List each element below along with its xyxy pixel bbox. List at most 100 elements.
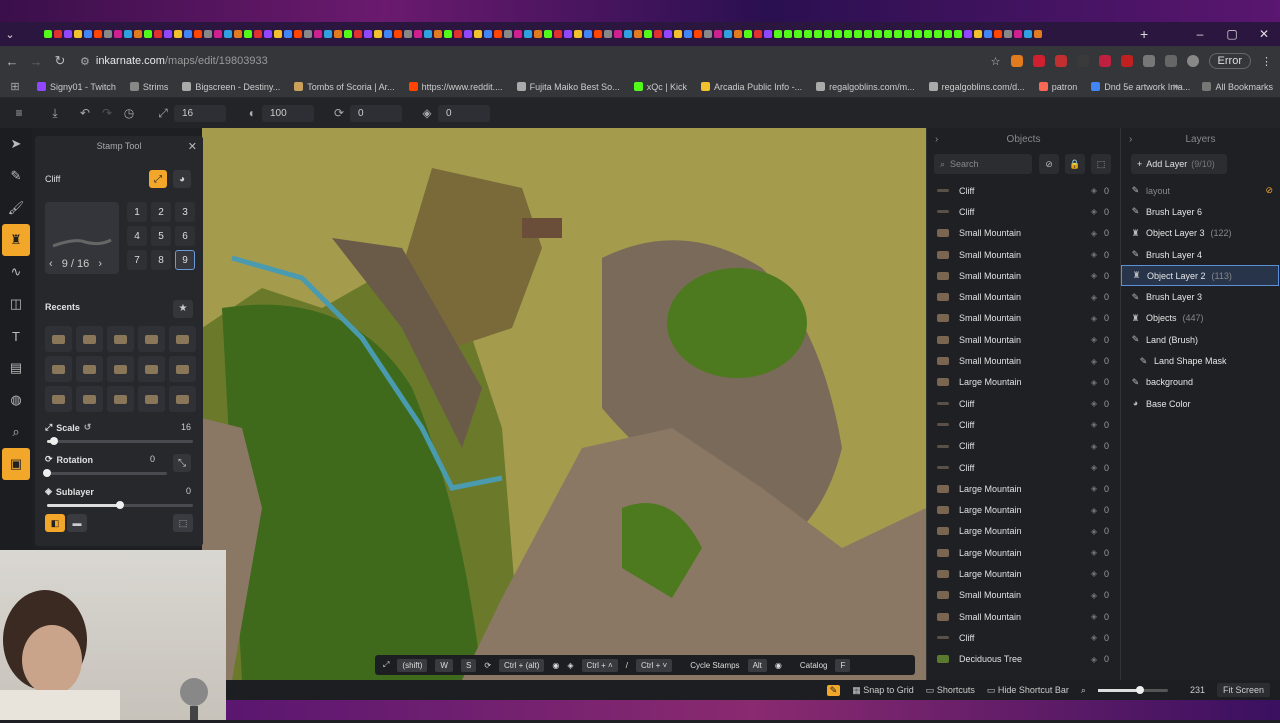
- map-canvas[interactable]: [202, 128, 926, 680]
- tab-favicon-icon[interactable]: [464, 30, 472, 38]
- tab-favicon-icon[interactable]: [754, 30, 762, 38]
- object-row[interactable]: Large Mountain ◈ 0: [927, 499, 1121, 520]
- error-badge[interactable]: Error: [1208, 53, 1251, 69]
- url-field[interactable]: ⚙ inkarnate.com/maps/edit/19803933: [80, 55, 268, 68]
- tab-favicon-icon[interactable]: [494, 30, 502, 38]
- tab-favicon-icon[interactable]: [144, 30, 152, 38]
- tab-favicon-icon[interactable]: [374, 30, 382, 38]
- tab-favicon-icon[interactable]: [804, 30, 812, 38]
- tab-favicon-icon[interactable]: [774, 30, 782, 38]
- export-icon[interactable]: ⤓: [44, 106, 66, 121]
- recent-stamp-thumbnail[interactable]: [138, 326, 165, 352]
- tab-favicon-icon[interactable]: [784, 30, 792, 38]
- bookmark-item[interactable]: patron: [1032, 82, 1085, 92]
- recent-stamp-thumbnail[interactable]: [107, 386, 134, 412]
- maximize-icon[interactable]: ▢: [1216, 27, 1248, 41]
- tab-favicon-icon[interactable]: [244, 30, 252, 38]
- tab-favicon-icon[interactable]: [794, 30, 802, 38]
- minimize-icon[interactable]: –: [1184, 27, 1216, 41]
- mode-b-icon[interactable]: ▬: [67, 514, 87, 532]
- bookmark-item[interactable]: Dnd 5e artwork Ima...: [1084, 82, 1197, 92]
- layer-field[interactable]: 0: [438, 104, 490, 122]
- recent-stamp-thumbnail[interactable]: [107, 326, 134, 352]
- puzzle-icon[interactable]: [1142, 55, 1155, 67]
- hidden-icon[interactable]: ⊘: [1265, 185, 1273, 196]
- tab-favicon-icon[interactable]: [454, 30, 462, 38]
- tab-favicons[interactable]: [44, 28, 1134, 40]
- brush-tool-icon[interactable]: ✎: [0, 160, 32, 192]
- objects-search-input[interactable]: ⌕ Search: [934, 154, 1032, 174]
- recent-stamp-thumbnail[interactable]: [76, 386, 103, 412]
- path-tool-icon[interactable]: ∿: [0, 256, 32, 288]
- close-panel-icon[interactable]: ✕: [188, 140, 197, 153]
- tab-favicon-icon[interactable]: [704, 30, 712, 38]
- tab-favicon-icon[interactable]: [644, 30, 652, 38]
- recent-stamp-thumbnail[interactable]: [169, 326, 196, 352]
- tab-favicon-icon[interactable]: [354, 30, 362, 38]
- tab-favicon-icon[interactable]: [714, 30, 722, 38]
- tab-favicon-icon[interactable]: [914, 30, 922, 38]
- profile-icon[interactable]: [1186, 55, 1199, 67]
- object-row[interactable]: Small Mountain ◈ 0: [927, 223, 1121, 244]
- recent-stamp-thumbnail[interactable]: [169, 356, 196, 382]
- close-window-icon[interactable]: ✕: [1248, 27, 1280, 41]
- tab-favicon-icon[interactable]: [514, 30, 522, 38]
- extension-icon[interactable]: [1120, 55, 1133, 67]
- hide-icon[interactable]: ⊘: [1039, 154, 1059, 174]
- sublayer-slider[interactable]: [47, 501, 193, 509]
- notes-tool-icon[interactable]: ▤: [0, 352, 32, 384]
- tab-favicon-icon[interactable]: [74, 30, 82, 38]
- globe-tool-icon[interactable]: ◍: [0, 384, 32, 416]
- recent-stamp-thumbnail[interactable]: [76, 326, 103, 352]
- tab-favicon-icon[interactable]: [874, 30, 882, 38]
- object-row[interactable]: Cliff ◈ 0: [927, 436, 1121, 457]
- hide-shortcut-bar-button[interactable]: ▭ Hide Shortcut Bar: [987, 685, 1069, 696]
- prev-stamp-icon[interactable]: ‹: [49, 258, 53, 270]
- layer-row[interactable]: ✎ Brush Layer 3: [1121, 286, 1280, 307]
- tab-favicon-icon[interactable]: [684, 30, 692, 38]
- tab-favicon-icon[interactable]: [884, 30, 892, 38]
- tab-favicon-icon[interactable]: [964, 30, 972, 38]
- tab-favicon-icon[interactable]: [834, 30, 842, 38]
- layer-row[interactable]: ◕ Base Color: [1121, 393, 1280, 414]
- object-row[interactable]: Large Mountain ◈ 0: [927, 478, 1121, 499]
- object-row[interactable]: Deciduous Tree ◈ 0: [927, 649, 1121, 670]
- recent-stamp-thumbnail[interactable]: [138, 386, 165, 412]
- tab-favicon-icon[interactable]: [904, 30, 912, 38]
- media-icon[interactable]: [1164, 55, 1177, 67]
- history-icon[interactable]: ◷: [118, 106, 140, 120]
- stamp-tool-icon[interactable]: ♜: [2, 224, 30, 256]
- tab-favicon-icon[interactable]: [764, 30, 772, 38]
- tab-favicon-icon[interactable]: [384, 30, 392, 38]
- select-tool-icon[interactable]: ➤: [0, 128, 32, 160]
- tab-favicon-icon[interactable]: [334, 30, 342, 38]
- menu-icon[interactable]: ⋮: [1261, 55, 1272, 68]
- tab-favicon-icon[interactable]: [934, 30, 942, 38]
- menu-icon[interactable]: ≡: [8, 106, 30, 120]
- tab-favicon-icon[interactable]: [404, 30, 412, 38]
- tab-favicon-icon[interactable]: [444, 30, 452, 38]
- tab-favicon-icon[interactable]: [844, 30, 852, 38]
- more-bookmarks-icon[interactable]: »: [1173, 81, 1179, 93]
- object-row[interactable]: Cliff ◈ 0: [927, 201, 1121, 222]
- object-row[interactable]: Small Mountain ◈ 0: [927, 265, 1121, 286]
- back-icon[interactable]: ←: [0, 54, 24, 69]
- bookmark-item[interactable]: regalgoblins.com/d...: [922, 82, 1032, 92]
- layer-row[interactable]: ♜ Object Layer 3 (122): [1121, 223, 1280, 244]
- variant-2-button[interactable]: 2: [151, 202, 171, 222]
- tab-favicon-icon[interactable]: [414, 30, 422, 38]
- stamp-mode-icon[interactable]: ⤢: [149, 170, 167, 188]
- tab-favicon-icon[interactable]: [194, 30, 202, 38]
- next-stamp-icon[interactable]: ›: [98, 258, 102, 270]
- tab-favicon-icon[interactable]: [294, 30, 302, 38]
- object-row[interactable]: Cliff ◈ 0: [927, 627, 1121, 648]
- tab-search-icon[interactable]: ⌄: [0, 28, 20, 41]
- bookmark-item[interactable]: Arcadia Public Info -...: [694, 82, 809, 92]
- tab-favicon-icon[interactable]: [344, 30, 352, 38]
- tab-favicon-icon[interactable]: [574, 30, 582, 38]
- tab-favicon-icon[interactable]: [324, 30, 332, 38]
- tab-favicon-icon[interactable]: [434, 30, 442, 38]
- tab-favicon-icon[interactable]: [1034, 30, 1042, 38]
- tab-favicon-icon[interactable]: [284, 30, 292, 38]
- tab-favicon-icon[interactable]: [674, 30, 682, 38]
